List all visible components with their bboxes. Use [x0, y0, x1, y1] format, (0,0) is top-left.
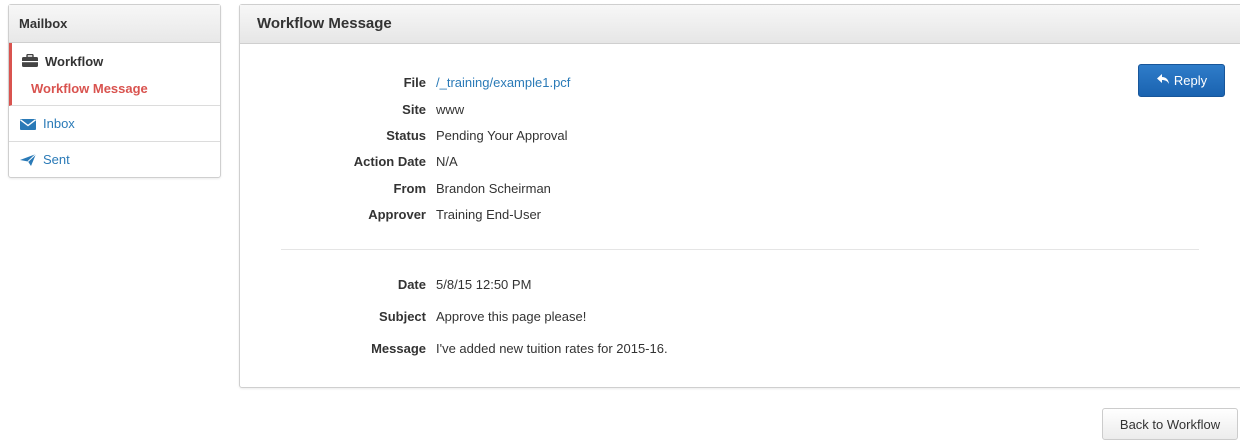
mailbox-sidebar: Mailbox Workflow Workflow Message Inbox [8, 4, 221, 178]
field-value: I've added new tuition rates for 2015-16… [436, 341, 668, 356]
field-value: Approve this page please! [436, 309, 587, 324]
field-label: Action Date [353, 154, 426, 169]
field-value: Brandon Scheirman [436, 181, 551, 196]
field-row-message: Message I've added new tuition rates for… [240, 339, 1240, 359]
field-row-approver: Approver Training End-User [240, 205, 1240, 225]
sidebar-item-label: Inbox [43, 116, 75, 131]
sidebar-title: Mailbox [9, 5, 220, 43]
field-row-from: From Brandon Scheirman [240, 179, 1240, 199]
sidebar-item-workflow[interactable]: Workflow [12, 43, 220, 79]
nav-group-inbox: Inbox [9, 106, 220, 142]
back-to-workflow-button[interactable]: Back to Workflow [1102, 408, 1238, 440]
field-value: www [436, 102, 465, 117]
workflow-message-panel: Workflow Message Reply File /_training/e… [239, 4, 1240, 388]
field-value: Pending Your Approval [436, 128, 568, 143]
field-label: Status [386, 128, 426, 143]
field-row-site: Site www [240, 100, 1240, 120]
field-row-subject: Subject Approve this page please! [240, 307, 1240, 327]
field-row-file: File /_training/example1.pcf [240, 73, 1240, 93]
field-label: Site [402, 102, 426, 117]
sidebar-item-workflow-message[interactable]: Workflow Message [12, 79, 220, 105]
sidebar-item-inbox[interactable]: Inbox [9, 106, 220, 141]
file-link[interactable]: /_training/example1.pcf [436, 73, 570, 93]
sidebar-item-sent[interactable]: Sent [9, 142, 220, 177]
field-label: Approver [368, 207, 426, 222]
section-divider [281, 249, 1199, 250]
field-label: Subject [379, 309, 426, 324]
briefcase-icon [21, 53, 39, 68]
field-label: File [403, 75, 426, 90]
envelope-icon [19, 117, 37, 131]
sidebar-item-label: Sent [43, 152, 70, 167]
nav-group-workflow: Workflow Workflow Message [9, 43, 220, 106]
field-value: 5/8/15 12:50 PM [436, 277, 532, 292]
field-label: From [393, 181, 427, 196]
field-row-date: Date 5/8/15 12:50 PM [240, 275, 1240, 295]
field-label: Date [397, 277, 426, 292]
nav-group-sent: Sent [9, 142, 220, 177]
paper-plane-icon [19, 153, 37, 167]
field-row-action-date: Action Date N/A [240, 152, 1240, 172]
field-label: Message [371, 341, 426, 356]
panel-title: Workflow Message [240, 5, 1240, 44]
field-value: N/A [436, 154, 458, 169]
sidebar-item-label: Workflow [45, 53, 104, 69]
field-row-status: Status Pending Your Approval [240, 126, 1240, 146]
field-value: Training End-User [436, 207, 542, 222]
